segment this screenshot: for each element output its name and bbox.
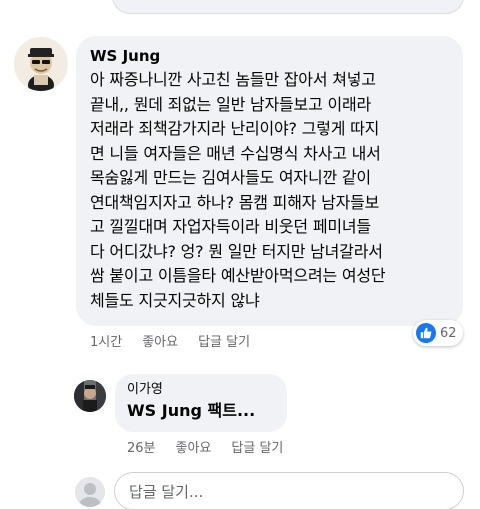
comment-author[interactable]: WS Jung <box>90 46 449 66</box>
reply-avatar[interactable] <box>74 380 106 412</box>
default-user-icon <box>75 477 105 507</box>
reply-actions: 26분 좋아요 답글 달기 <box>127 437 283 456</box>
reply-bubble: 이가영 WS Jung 팩트... <box>115 374 287 432</box>
reply-timestamp[interactable]: 26분 <box>127 437 156 456</box>
reply-button[interactable]: 답글 달기 <box>198 331 250 350</box>
comment-bubble: WS Jung 아 짜증나니깐 사고친 놈들만 잡아서 쳐넣고 끝내,, 뭔데 … <box>76 36 463 326</box>
current-user-avatar <box>75 477 105 507</box>
reply-input-placeholder: 답글 달기... <box>129 482 204 501</box>
reaction-count: 62 <box>440 325 457 341</box>
avatar-photo-icon <box>74 380 106 412</box>
previous-reply-input[interactable] <box>112 0 464 14</box>
comment-actions: 1시간 좋아요 답글 달기 <box>90 330 250 350</box>
like-button[interactable]: 좋아요 <box>142 331 178 350</box>
avatar-figure-icon <box>14 37 68 91</box>
reply-text: WS Jung 팩트... <box>127 401 256 420</box>
reply-reply-button[interactable]: 답글 달기 <box>231 437 283 456</box>
reply-author[interactable]: 이가영 <box>127 381 275 399</box>
comment-timestamp[interactable]: 1시간 <box>90 331 122 350</box>
avatar[interactable] <box>14 37 68 91</box>
comment-text: 아 짜증나니깐 사고친 놈들만 잡아서 쳐넣고 끝내,, 뭔데 죄없는 일반 남… <box>90 70 386 310</box>
reply-like-button[interactable]: 좋아요 <box>176 437 212 456</box>
like-reaction-icon <box>416 323 436 343</box>
reaction-summary[interactable]: 62 <box>413 320 463 346</box>
reply-input[interactable]: 답글 달기... <box>114 472 464 509</box>
